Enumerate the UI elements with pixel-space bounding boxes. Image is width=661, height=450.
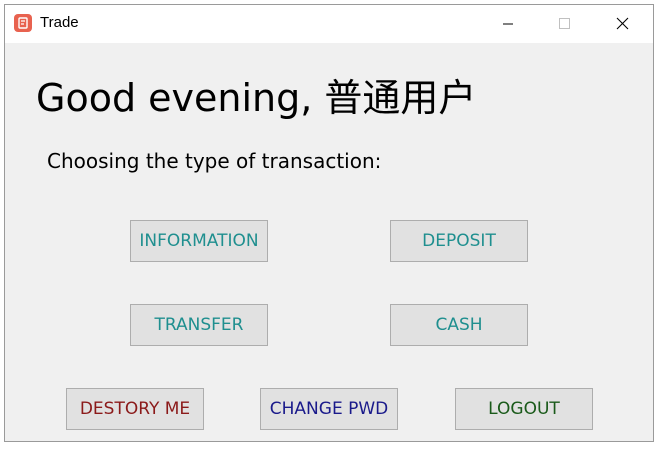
trade-app-icon [14, 14, 32, 32]
logout-button[interactable]: LOGOUT [455, 388, 593, 430]
cash-button[interactable]: CASH [390, 304, 528, 346]
greeting-heading: Good evening, 普通用户 [36, 76, 477, 120]
window-title: Trade [40, 14, 79, 31]
maximize-icon[interactable] [541, 5, 587, 43]
trade-window: Trade Good evening, 普通用户 Choosing the ty… [4, 4, 654, 442]
destory-me-button[interactable]: DESTORY ME [66, 388, 204, 430]
deposit-button[interactable]: DEPOSIT [390, 220, 528, 262]
information-button[interactable]: INFORMATION [130, 220, 268, 262]
title-bar[interactable]: Trade [5, 5, 653, 43]
transaction-prompt: Choosing the type of transaction: [47, 149, 382, 173]
minimize-icon[interactable] [485, 5, 531, 43]
change-pwd-button[interactable]: CHANGE PWD [260, 388, 398, 430]
close-icon[interactable] [599, 5, 645, 43]
transfer-button[interactable]: TRANSFER [130, 304, 268, 346]
